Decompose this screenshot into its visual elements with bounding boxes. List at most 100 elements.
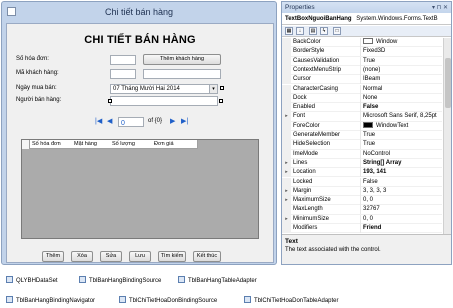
property-margin: [282, 177, 291, 186]
property-row[interactable]: ▸ MinimumSize 0, 0: [282, 214, 443, 224]
property-value[interactable]: 193, 141: [363, 168, 443, 177]
tray-item-label: TblBanHangBindingNavigator: [16, 298, 96, 304]
column-header[interactable]: Số hóa đơn: [32, 140, 61, 149]
tray-item-tableadapter-2[interactable]: TblChiTietHoaDonTableAdapter: [244, 296, 339, 304]
property-row[interactable]: ▸ Font Microsoft Sans Serif, 8,25pt: [282, 112, 443, 122]
tray-item-navigator[interactable]: TblBanHangBindingNavigator: [6, 296, 95, 304]
pin-close-icons[interactable]: ▾ ⊓ ✕: [432, 3, 448, 14]
property-value[interactable]: Fixed3D: [363, 47, 443, 56]
property-value[interactable]: Friend: [363, 224, 443, 233]
property-value[interactable]: True: [363, 140, 443, 149]
description-panel: Text The text associated with the contro…: [282, 234, 451, 264]
expand-icon[interactable]: ▸: [282, 186, 291, 196]
move-next-icon[interactable]: ▶: [170, 116, 175, 127]
property-row[interactable]: MaxLength 32767: [282, 205, 443, 215]
property-row[interactable]: GenerateMember True: [282, 131, 443, 141]
events-icon[interactable]: ϟ: [320, 27, 328, 35]
property-row[interactable]: BackColor Window: [282, 38, 443, 48]
nguoi-ban-hang-textbox[interactable]: [110, 96, 218, 106]
property-value[interactable]: WindowText: [363, 121, 443, 131]
property-value[interactable]: Window: [363, 38, 443, 47]
ma-khach-hang-textbox[interactable]: [110, 69, 136, 79]
categorized-icon[interactable]: ▦: [285, 27, 293, 35]
expand-icon[interactable]: ▸: [282, 168, 291, 177]
selection-handle[interactable]: [220, 86, 224, 90]
property-value[interactable]: None: [363, 94, 443, 103]
customer-name-textbox[interactable]: [143, 69, 221, 79]
expand-icon[interactable]: ▸: [282, 196, 291, 205]
property-value[interactable]: String[] Array: [363, 159, 443, 168]
position-textbox[interactable]: 0: [118, 117, 144, 127]
property-value[interactable]: 3, 3, 3, 3: [363, 187, 443, 196]
property-row[interactable]: ▸ Margin 3, 3, 3, 3: [282, 186, 443, 197]
tim-kiem-button[interactable]: Tìm kiếm: [158, 251, 186, 262]
properties-icon[interactable]: ▤: [309, 27, 317, 35]
scrollbar-thumb[interactable]: [445, 58, 451, 108]
move-first-icon[interactable]: |◀: [95, 116, 102, 127]
property-row[interactable]: HideSelection True: [282, 140, 443, 150]
property-row[interactable]: CharacterCasing Normal: [282, 84, 443, 94]
expand-icon[interactable]: ▸: [282, 214, 291, 223]
tray-item-bindingsource-2[interactable]: TblChiTietHoaDonBindingSource: [119, 296, 217, 304]
sua-button[interactable]: Sửa: [100, 251, 122, 262]
property-grid-scrollbar[interactable]: [443, 38, 451, 234]
property-pages-icon[interactable]: □: [333, 27, 341, 35]
property-value[interactable]: IBeam: [363, 75, 443, 84]
them-button[interactable]: Thêm: [42, 251, 64, 262]
selection-handle-left[interactable]: [108, 99, 112, 103]
form-heading: CHI TIẾT BÁN HÀNG: [84, 34, 196, 46]
dropdown-arrow-icon[interactable]: ▾: [209, 85, 217, 93]
property-row[interactable]: Cursor IBeam: [282, 75, 443, 85]
property-grid[interactable]: BackColor Window BorderStyle Fixed3D CausesV…: [282, 38, 451, 234]
tray-item-dataset[interactable]: QLYBHDataSet: [6, 276, 58, 284]
property-row[interactable]: ContextMenuStrip (none): [282, 65, 443, 76]
details-datagridview[interactable]: Số hóa đơn Mặt hàng Số lượng Đơn giá: [21, 139, 259, 239]
ket-thuc-button[interactable]: Kết thúc: [193, 251, 221, 262]
luu-button[interactable]: Lưu: [129, 251, 151, 262]
property-value[interactable]: False: [363, 103, 443, 112]
property-row[interactable]: CausesValidation True: [282, 56, 443, 66]
property-value[interactable]: True: [363, 57, 443, 66]
date-picker[interactable]: 07 Tháng Mười Hai 2014 ▾: [110, 84, 218, 94]
property-value[interactable]: Normal: [363, 85, 443, 94]
selection-handle-right[interactable]: [219, 99, 223, 103]
grid-corner-cell[interactable]: [22, 140, 30, 149]
xoa-button[interactable]: Xóa: [71, 251, 93, 262]
property-name: HideSelection: [293, 140, 361, 150]
property-row[interactable]: ImeMode NoControl: [282, 149, 443, 159]
form-client-area[interactable]: CHI TIẾT BÁN HÀNG Số hóa đơn: Thêm khách…: [6, 23, 274, 263]
property-value[interactable]: 32767: [363, 205, 443, 214]
property-value[interactable]: True: [363, 131, 443, 140]
add-customer-button[interactable]: Thêm khách hàng: [143, 54, 221, 65]
expand-icon[interactable]: ▸: [282, 112, 291, 121]
property-row[interactable]: ▸ Location 193, 141: [282, 168, 443, 178]
property-value[interactable]: 0, 0: [363, 215, 443, 224]
property-row[interactable]: Dock None: [282, 93, 443, 104]
property-value[interactable]: False: [363, 178, 443, 187]
so-hoa-don-textbox[interactable]: [110, 55, 136, 65]
property-value[interactable]: NoControl: [363, 150, 443, 159]
property-row[interactable]: Locked False: [282, 177, 443, 187]
move-last-icon[interactable]: ▶|: [181, 116, 188, 127]
property-value[interactable]: 0, 0: [363, 196, 443, 205]
form-designer-window[interactable]: Chi tiết bán hàng CHI TIẾT BÁN HÀNG Số h…: [1, 1, 277, 265]
move-previous-icon[interactable]: ◀: [107, 116, 112, 127]
property-value[interactable]: Microsoft Sans Serif, 8,25pt: [363, 112, 443, 121]
alphabetical-icon[interactable]: ↓: [296, 27, 304, 35]
object-selector[interactable]: TextBoxNguoiBanHang System.Windows.Forms…: [282, 14, 451, 25]
column-header[interactable]: Mặt hàng: [74, 140, 97, 149]
column-header[interactable]: Số lượng: [112, 140, 135, 149]
property-row[interactable]: Enabled False: [282, 103, 443, 113]
property-row[interactable]: ▸ MaximumSize 0, 0: [282, 196, 443, 206]
property-row[interactable]: BorderStyle Fixed3D: [282, 47, 443, 57]
tray-item-bindingsource[interactable]: TblBanHangBindingSource: [79, 276, 161, 284]
property-row[interactable]: ForeColor WindowText: [282, 121, 443, 131]
property-value-text: String[] Array: [363, 159, 402, 166]
property-row[interactable]: Modifiers Friend: [282, 224, 443, 234]
expand-icon[interactable]: ▸: [282, 158, 291, 168]
tray-item-tableadapter[interactable]: TblBanHangTableAdapter: [178, 276, 257, 284]
property-row[interactable]: ▸ Lines String[] Array: [282, 158, 443, 169]
property-value[interactable]: (none): [363, 66, 443, 75]
properties-window[interactable]: Properties ▾ ⊓ ✕ TextBoxNguoiBanHang Sys…: [281, 1, 452, 265]
column-header[interactable]: Đơn giá: [154, 140, 174, 149]
